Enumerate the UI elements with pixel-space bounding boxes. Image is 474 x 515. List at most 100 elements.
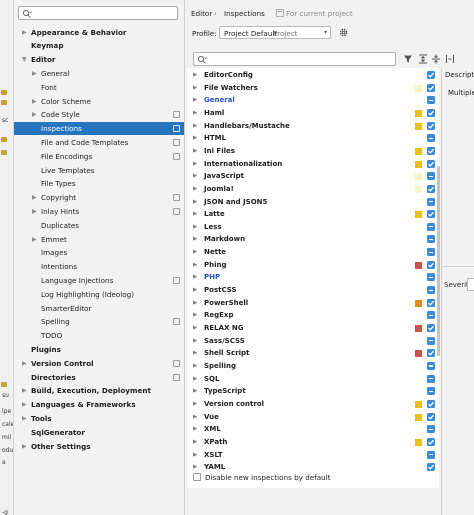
settings-tree-item[interactable]: File and Code Templates <box>14 136 184 149</box>
settings-tree-item[interactable]: ▶ Copyright <box>14 191 184 204</box>
chevron-right-icon[interactable]: ▶ <box>193 158 197 171</box>
inspection-group-row[interactable]: ▶ Spelling <box>187 360 439 373</box>
chevron-right-icon[interactable]: ▶ <box>193 196 197 209</box>
inspection-enabled-checkbox[interactable] <box>427 425 435 434</box>
chevron-down-icon[interactable]: ▼ <box>22 53 30 66</box>
chevron-right-icon[interactable]: ▶ <box>193 170 197 183</box>
chevron-right-icon[interactable]: ▶ <box>22 357 30 370</box>
inspection-group-row[interactable]: ▶ Internationalization <box>187 158 439 171</box>
chevron-right-icon[interactable]: ▶ <box>22 398 30 411</box>
severity-select[interactable] <box>467 278 474 291</box>
settings-tree-item[interactable]: Directories <box>14 371 184 384</box>
settings-tree-item[interactable]: SqlGenerator <box>14 426 184 439</box>
inspection-enabled-checkbox[interactable] <box>427 361 435 370</box>
inspection-group-row[interactable]: ▶ Version control <box>187 398 439 411</box>
inspection-group-row[interactable]: ▶ EditorConfig <box>187 69 439 82</box>
inspection-group-row[interactable]: ▶ RELAX NG <box>187 322 439 335</box>
inspection-enabled-checkbox[interactable] <box>427 159 435 168</box>
inspection-enabled-checkbox[interactable] <box>427 121 435 130</box>
chevron-right-icon[interactable]: ▶ <box>193 322 197 335</box>
disable-new-inspections-checkbox[interactable] <box>193 473 201 481</box>
settings-tree-item[interactable]: SmarterEditor <box>14 302 184 315</box>
breadcrumb-editor[interactable]: Editor <box>191 9 212 18</box>
settings-tree-item[interactable]: ▶ Languages & Frameworks <box>14 398 184 411</box>
inspections-scrollbar[interactable] <box>437 166 440 356</box>
collapse-all-icon[interactable] <box>431 54 441 64</box>
inspection-group-row[interactable]: ▶ General <box>187 94 439 107</box>
chevron-right-icon[interactable]: ▶ <box>32 205 40 218</box>
chevron-right-icon[interactable]: ▶ <box>32 108 40 121</box>
settings-tree-item[interactable]: ▶ Build, Execution, Deployment <box>14 384 184 397</box>
chevron-right-icon[interactable]: ▶ <box>193 82 197 95</box>
chevron-right-icon[interactable]: ▶ <box>22 384 30 397</box>
inspection-group-row[interactable]: ▶ Markdown <box>187 233 439 246</box>
settings-tree-item[interactable]: TODO <box>14 329 184 342</box>
inspection-enabled-checkbox[interactable] <box>427 184 435 193</box>
inspection-enabled-checkbox[interactable] <box>427 324 435 332</box>
settings-tree-item[interactable]: ▶ Tools <box>14 412 184 425</box>
inspection-group-row[interactable]: ▶ Sass/SCSS <box>187 335 439 348</box>
settings-tree-item[interactable]: ▶ Code Style <box>14 108 184 121</box>
chevron-right-icon[interactable]: ▶ <box>193 360 197 373</box>
settings-tree-item[interactable]: File Types <box>14 177 184 190</box>
chevron-right-icon[interactable]: ▶ <box>193 132 197 145</box>
inspection-enabled-checkbox[interactable] <box>427 387 435 396</box>
inspection-enabled-checkbox[interactable] <box>427 463 435 472</box>
filter-icon[interactable] <box>403 54 413 64</box>
chevron-right-icon[interactable]: ▶ <box>193 423 197 436</box>
chevron-right-icon[interactable]: ▶ <box>193 208 197 221</box>
chevron-right-icon[interactable]: ▶ <box>32 233 40 246</box>
settings-tree-item[interactable]: File Encodings <box>14 150 184 163</box>
inspection-enabled-checkbox[interactable] <box>427 222 435 231</box>
inspection-enabled-checkbox[interactable] <box>427 197 435 206</box>
inspection-group-row[interactable]: ▶ XSLT <box>187 449 439 462</box>
chevron-right-icon[interactable]: ▶ <box>32 95 40 108</box>
settings-tree-item[interactable]: Spelling <box>14 315 184 328</box>
inspection-enabled-checkbox[interactable] <box>427 71 435 79</box>
settings-search-input[interactable] <box>18 6 178 20</box>
inspection-enabled-checkbox[interactable] <box>427 108 435 117</box>
inspection-group-row[interactable]: ▶ Phing <box>187 259 439 272</box>
settings-tree-item[interactable]: Intentions <box>14 260 184 273</box>
settings-tree-item[interactable]: ▶ Appearance & Behavior <box>14 26 184 39</box>
settings-tree-item[interactable]: ▼ Editor <box>14 53 184 66</box>
settings-tree-item[interactable]: ▶ Other Settings <box>14 440 184 453</box>
chevron-right-icon[interactable]: ▶ <box>32 67 40 80</box>
inspection-group-row[interactable]: ▶ YAML <box>187 461 439 474</box>
settings-tree-item[interactable]: ▶ General <box>14 67 184 80</box>
inspection-group-row[interactable]: ▶ SQL <box>187 373 439 386</box>
inspection-group-row[interactable]: ▶ Shell Script <box>187 347 439 360</box>
inspection-enabled-checkbox[interactable] <box>427 146 435 155</box>
profile-select[interactable]: Project Default Project ▾ <box>219 26 331 39</box>
inspection-group-row[interactable]: ▶ JSON and JSON5 <box>187 196 439 209</box>
inspection-enabled-checkbox[interactable] <box>427 374 435 383</box>
inspection-enabled-checkbox[interactable] <box>427 349 435 358</box>
chevron-right-icon[interactable]: ▶ <box>193 284 197 297</box>
chevron-right-icon[interactable]: ▶ <box>22 412 30 425</box>
inspection-group-row[interactable]: ▶ File Watchers <box>187 82 439 95</box>
gear-icon[interactable] <box>338 27 349 38</box>
chevron-right-icon[interactable]: ▶ <box>193 183 197 196</box>
inspection-enabled-checkbox[interactable] <box>427 235 435 244</box>
inspection-group-row[interactable]: ▶ JavaScript <box>187 170 439 183</box>
chevron-right-icon[interactable]: ▶ <box>193 347 197 360</box>
settings-tree-item[interactable]: ▶ Color Scheme <box>14 95 184 108</box>
settings-tree-item[interactable]: Images <box>14 246 184 259</box>
inspection-group-row[interactable]: ▶ Joomla! <box>187 183 439 196</box>
inspection-group-row[interactable]: ▶ TypeScript <box>187 385 439 398</box>
chevron-right-icon[interactable]: ▶ <box>193 233 197 246</box>
chevron-right-icon[interactable]: ▶ <box>193 246 197 259</box>
inspection-group-row[interactable]: ▶ PowerShell <box>187 297 439 310</box>
inspection-group-row[interactable]: ▶ RegExp <box>187 309 439 322</box>
inspection-enabled-checkbox[interactable] <box>427 260 435 269</box>
chevron-right-icon[interactable]: ▶ <box>193 94 197 107</box>
inspection-group-row[interactable]: ▶ Vue <box>187 411 439 424</box>
chevron-right-icon[interactable]: ▶ <box>193 271 197 284</box>
chevron-right-icon[interactable]: ▶ <box>193 398 197 411</box>
inspection-group-row[interactable]: ▶ XPath <box>187 436 439 449</box>
inspection-group-row[interactable]: ▶ Ini Files <box>187 145 439 158</box>
reset-icon[interactable] <box>445 54 455 64</box>
chevron-right-icon[interactable]: ▶ <box>193 145 197 158</box>
inspection-enabled-checkbox[interactable] <box>427 412 435 421</box>
settings-tree-item[interactable]: Live Templates <box>14 164 184 177</box>
